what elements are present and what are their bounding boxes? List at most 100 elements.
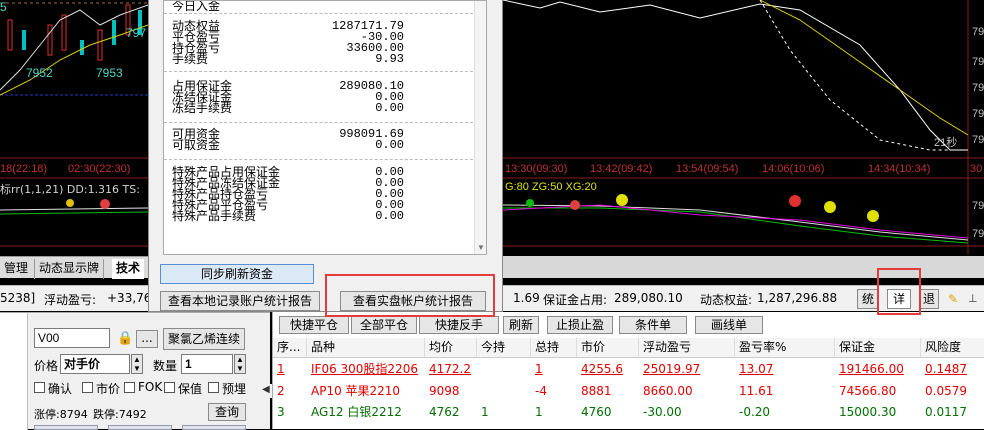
query-button[interactable]: 查询 bbox=[208, 403, 246, 421]
close-all-button[interactable]: 全部平仓 bbox=[351, 316, 417, 334]
preset-label: 预埋 bbox=[222, 382, 247, 396]
lock-icon[interactable]: 🔒 bbox=[117, 330, 133, 346]
quick-reverse-button[interactable]: 快捷反手 bbox=[419, 316, 499, 334]
price-label: 797 bbox=[126, 26, 147, 40]
row-float: -30.00 bbox=[643, 405, 682, 419]
conditional-order-button[interactable]: 条件单 bbox=[619, 316, 687, 334]
pin-icon[interactable]: ⊥ bbox=[968, 292, 978, 305]
float-pl-label: 浮动盈亏: bbox=[44, 293, 97, 307]
float-pl-value: +33,76 bbox=[107, 291, 152, 305]
col-name[interactable]: 品种 bbox=[307, 338, 425, 358]
preset-checkbox[interactable] bbox=[208, 382, 219, 393]
col-today[interactable]: 今持 bbox=[477, 338, 531, 358]
buy-button[interactable] bbox=[34, 425, 98, 430]
table-row[interactable]: 1 IF06 300股指2206 4172.2 1 4255.6 25019.9… bbox=[273, 359, 984, 379]
positions-panel: 快捷平仓 全部平仓 快捷反手 刷新 止损止盈 条件单 画线单 序... 品种 均… bbox=[272, 312, 984, 429]
report-separator bbox=[164, 13, 486, 14]
row-today: 1 bbox=[481, 405, 489, 419]
indicator-label: 标rr(1,1,21) DD:1.316 TS: bbox=[0, 183, 140, 196]
row-market: 4255.6 bbox=[581, 362, 623, 376]
hedge-checkbox[interactable] bbox=[164, 382, 175, 393]
stop-loss-button[interactable]: 止损止盈 bbox=[547, 316, 613, 334]
col-seq[interactable]: 序... bbox=[273, 338, 307, 358]
row-seq: 2 bbox=[277, 384, 285, 398]
collapse-arrow-icon[interactable]: ◀ bbox=[262, 384, 272, 398]
row-today bbox=[477, 359, 481, 379]
refresh-button[interactable]: 刷新 bbox=[503, 316, 539, 334]
confirm-checkbox[interactable] bbox=[34, 382, 45, 393]
price-spin-icon[interactable]: ▲ ▼ bbox=[131, 354, 143, 374]
price-select[interactable]: 对手价 bbox=[60, 354, 130, 374]
row-total: 1 bbox=[535, 362, 543, 376]
col-rate[interactable]: 盈亏率% bbox=[735, 338, 835, 358]
countdown-label: 21秒 bbox=[934, 137, 958, 149]
time-label: 18(22:18) bbox=[0, 163, 48, 175]
account-id: 5238] bbox=[0, 291, 36, 305]
tab-technical[interactable]: 技术 bbox=[112, 259, 145, 279]
axis-label: 79 bbox=[972, 26, 984, 38]
tab-manage[interactable]: 管理 bbox=[0, 259, 32, 279]
row-margin: 191466.00 bbox=[839, 362, 904, 376]
exit-button[interactable]: 退 bbox=[919, 289, 939, 309]
bottom-tab-bar: 管理 动态显示牌 技术 bbox=[0, 256, 148, 279]
row-total: -4 bbox=[535, 384, 547, 398]
row-margin: 15000.30 bbox=[839, 405, 897, 419]
row-market: 8881 bbox=[581, 384, 612, 398]
col-market[interactable]: 市价 bbox=[577, 338, 639, 358]
tools-icon[interactable]: ✎ bbox=[948, 292, 958, 306]
axis-label: 79 bbox=[972, 56, 984, 68]
scroll-down-icon[interactable]: ▼ bbox=[477, 243, 485, 252]
row-name: AG12 白银2212 bbox=[311, 405, 402, 419]
limit-down: 跌停:7492 bbox=[93, 408, 147, 421]
col-risk[interactable]: 风险度 bbox=[921, 338, 984, 358]
side-nav-strip bbox=[0, 313, 28, 430]
col-avg[interactable]: 均价 bbox=[425, 338, 477, 358]
tab-dynamic-board[interactable]: 动态显示牌 bbox=[34, 259, 105, 279]
order-options: 确认 市价 FOK 保值 预埋 bbox=[34, 380, 270, 398]
row-float: 8660.00 bbox=[643, 384, 693, 398]
price-label: 7952 bbox=[26, 66, 53, 80]
available-fragment: 1.69 bbox=[513, 291, 540, 305]
market-label: 市价 bbox=[96, 382, 121, 396]
time-label: 13:54(09:54) bbox=[676, 163, 739, 175]
line-order-button[interactable]: 画线单 bbox=[695, 316, 763, 334]
col-margin[interactable]: 保证金 bbox=[835, 338, 921, 358]
close-button[interactable] bbox=[182, 425, 246, 430]
row-rate: 13.07 bbox=[739, 362, 774, 376]
market-checkbox[interactable] bbox=[82, 382, 93, 393]
fund-report-dialog: 今日入金 动态权益 1287171.79 平仓盈亏 -30.00 持仓盈亏 33600… bbox=[148, 0, 503, 312]
report-scrollbar[interactable]: ▼ bbox=[474, 1, 486, 254]
local-report-button[interactable]: 查看本地记录账户统计报告 bbox=[160, 291, 320, 311]
qty-spin-icon[interactable]: ▲ ▼ bbox=[234, 354, 246, 374]
contract-input[interactable]: V00 bbox=[34, 328, 110, 348]
fund-report-text[interactable]: 今日入金 动态权益 1287171.79 平仓盈亏 -30.00 持仓盈亏 33600… bbox=[163, 0, 487, 255]
confirm-label: 确认 bbox=[48, 382, 73, 396]
more-button[interactable]: ... bbox=[136, 330, 158, 348]
col-total[interactable]: 总持 bbox=[531, 338, 577, 358]
row-total: 1 bbox=[535, 405, 543, 419]
stat-button[interactable]: 统 bbox=[857, 289, 879, 309]
axis-label: 79 bbox=[972, 134, 984, 146]
sell-button[interactable] bbox=[108, 425, 172, 430]
quick-close-button[interactable]: 快捷平仓 bbox=[279, 316, 349, 334]
row-avg: 4762 bbox=[429, 405, 460, 419]
axis-label: 79 bbox=[972, 82, 984, 94]
highlight-real-report bbox=[325, 274, 495, 317]
time-label: 14:06(10:06) bbox=[762, 163, 825, 175]
price-label: 价格 bbox=[34, 359, 59, 373]
row-float: 25019.97 bbox=[643, 362, 701, 376]
row-risk: 0.0117 bbox=[925, 405, 967, 419]
table-row[interactable]: 3 AG12 白银2212 4762 1 1 4760 -30.00 -0.20… bbox=[273, 402, 984, 422]
axis-label: 79 bbox=[972, 228, 984, 240]
report-separator bbox=[164, 122, 486, 123]
qty-input[interactable]: 1 bbox=[181, 354, 233, 374]
col-float[interactable]: 浮动盈亏 bbox=[639, 338, 735, 358]
price-label: 5 bbox=[0, 0, 7, 14]
sync-funds-button[interactable]: 同步刷新资金 bbox=[160, 264, 314, 284]
product-name[interactable]: 聚氯乙烯连续 bbox=[163, 328, 245, 350]
row-today bbox=[477, 381, 481, 401]
time-label: 13:30(09:30) bbox=[505, 163, 568, 175]
row-risk: 0.0579 bbox=[925, 384, 967, 398]
fok-checkbox[interactable] bbox=[124, 382, 135, 393]
table-row[interactable]: 2 AP10 苹果2210 9098 -4 8881 8660.00 11.61… bbox=[273, 381, 984, 401]
